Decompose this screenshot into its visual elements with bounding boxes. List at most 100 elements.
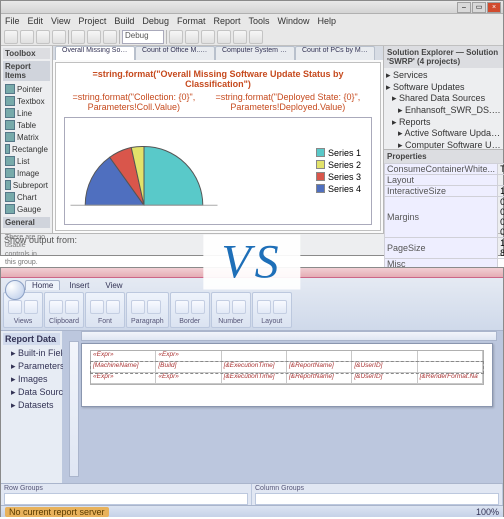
toolbar-button[interactable]	[249, 30, 263, 44]
menu-window[interactable]: Window	[278, 16, 310, 26]
tablix-cell[interactable]: [&ExecutionTime]	[222, 362, 287, 372]
tablix-cell[interactable]: [&UserID]	[352, 362, 417, 372]
column-groups[interactable]: Column Groups	[252, 484, 503, 505]
tablix-row[interactable]: «Expr»«Expr»	[91, 351, 483, 362]
property-row[interactable]: PageSize11in, 8.5in	[385, 238, 504, 259]
ribbon-button[interactable]	[90, 300, 104, 314]
menu-tools[interactable]: Tools	[248, 16, 269, 26]
menu-format[interactable]: Format	[177, 16, 206, 26]
app-menu-orb[interactable]	[5, 280, 25, 300]
tablix-cell[interactable]: [&UserID]	[352, 373, 417, 383]
menu-debug[interactable]: Debug	[142, 16, 169, 26]
tablix-row[interactable]: [MachineName][Build][&ExecutionTime][&Re…	[91, 362, 483, 373]
menu-file[interactable]: File	[5, 16, 20, 26]
toolbar-button[interactable]	[36, 30, 50, 44]
toolbox-item[interactable]: Gauge	[3, 203, 50, 215]
menu-edit[interactable]: Edit	[28, 16, 44, 26]
server-status[interactable]: No current report server	[5, 507, 109, 517]
ribbon-tab-home[interactable]: Home	[25, 280, 60, 290]
toolbar-button[interactable]	[4, 30, 18, 44]
tablix-cell[interactable]: [MachineName]	[91, 362, 156, 372]
toolbar-button[interactable]	[87, 30, 101, 44]
document-tab[interactable]: Overall Missing So...cation.rdl [Design]	[55, 46, 135, 60]
tablix-cell[interactable]	[352, 351, 417, 361]
tablix[interactable]: «Expr»«Expr» [MachineName][Build][&Execu…	[90, 350, 484, 385]
toolbox-item[interactable]: List	[3, 155, 50, 167]
toolbox-item[interactable]: Table	[3, 119, 50, 131]
tablix-cell[interactable]	[222, 351, 287, 361]
ribbon-button[interactable]	[8, 300, 22, 314]
toolbar-button[interactable]	[20, 30, 34, 44]
max-button[interactable]: ▭	[472, 2, 486, 13]
report-param2-expr[interactable]: =string.format("Deployed State: {0}", Pa…	[204, 93, 372, 113]
tablix-cell[interactable]: «Expr»	[91, 351, 156, 361]
toolbar-button[interactable]	[233, 30, 247, 44]
toolbar-button[interactable]	[169, 30, 183, 44]
document-tab[interactable]: Count of Office M...2010.rdl [Design]	[135, 46, 215, 60]
solution-tree[interactable]: ▸ Services▸ Software Updates▸ Shared Dat…	[384, 68, 503, 149]
ribbon-button[interactable]	[273, 300, 287, 314]
document-tab[interactable]: Count of PCs by M_Type.rdl [Design]	[295, 46, 375, 60]
row-groups[interactable]: Row Groups	[1, 484, 252, 505]
report-data-node[interactable]: ▸ Datasets	[3, 399, 60, 412]
tablix-cell[interactable]	[287, 351, 352, 361]
tablix-cell[interactable]: [&RenderFormat.Na	[418, 373, 483, 383]
toolbar-button[interactable]	[217, 30, 231, 44]
toolbox-item[interactable]: Subreport	[3, 179, 50, 191]
tree-node[interactable]: ▸ Enhansoft_SWR_DS.rds	[386, 105, 501, 117]
toolbox-item[interactable]: Line	[3, 107, 50, 119]
chart-region[interactable]: Series 1Series 2Series 3Series 4	[64, 117, 372, 225]
ribbon-tab-view[interactable]: View	[98, 280, 129, 290]
zoom-level[interactable]: 100%	[476, 507, 499, 517]
min-button[interactable]: –	[457, 2, 471, 13]
tablix-cell[interactable]: [&ReportName]	[287, 373, 352, 383]
ribbon-button[interactable]	[147, 300, 161, 314]
toolbar-button[interactable]	[71, 30, 85, 44]
property-row[interactable]: Layout	[385, 175, 504, 186]
tree-node[interactable]: ▸ Reports	[386, 117, 501, 129]
ribbon-tab-insert[interactable]: Insert	[62, 280, 96, 290]
config-combo[interactable]: Debug	[122, 30, 164, 44]
menu-report[interactable]: Report	[213, 16, 240, 26]
design-canvas[interactable]: «Expr»«Expr» [MachineName][Build][&Execu…	[63, 331, 503, 483]
property-row[interactable]: Margins0in, 0.25in, 0.25in, 0.25in	[385, 197, 504, 238]
ribbon-button[interactable]	[257, 300, 271, 314]
toolbox-item[interactable]: Matrix	[3, 131, 50, 143]
report-data-node[interactable]: ▸ Built-in Fields	[3, 347, 60, 360]
tablix-cell[interactable]: «Expr»	[156, 373, 221, 383]
toolbox-item[interactable]: Pointer	[3, 83, 50, 95]
property-row[interactable]: InteractiveSize11in, 0in	[385, 186, 504, 197]
menu-help[interactable]: Help	[318, 16, 337, 26]
menu-project[interactable]: Project	[78, 16, 106, 26]
toolbox-item[interactable]: Image	[3, 167, 50, 179]
toolbox-item[interactable]: Chart	[3, 191, 50, 203]
row-groups-box[interactable]	[4, 493, 248, 505]
tree-node[interactable]: ▸ Computer Software Update Details by Cl…	[386, 140, 501, 149]
report-title-expr[interactable]: =string.format("Overall Missing Software…	[64, 69, 372, 89]
menu-build[interactable]: Build	[114, 16, 134, 26]
property-row[interactable]: ConsumeContainerWhite...True	[385, 164, 504, 175]
report-data-node[interactable]: ▸ Images	[3, 373, 60, 386]
close-button[interactable]: ×	[487, 2, 501, 13]
report-param1-expr[interactable]: =string.format("Collection: {0}", Parame…	[64, 93, 204, 113]
column-groups-box[interactable]	[255, 493, 499, 505]
tree-node[interactable]: ▸ Active Software Updates.rdl	[386, 128, 501, 140]
report-designer[interactable]: =string.format("Overall Missing Software…	[55, 62, 381, 231]
report-data-node[interactable]: ▸ Parameters	[3, 360, 60, 373]
ribbon-button[interactable]	[232, 300, 246, 314]
toolbox-item[interactable]: Rectangle	[3, 143, 50, 155]
tablix-row[interactable]: «Expr»«Expr»[&ExecutionTime][&ReportName…	[91, 373, 483, 384]
ribbon-button[interactable]	[24, 300, 38, 314]
tablix-cell[interactable]	[418, 351, 483, 361]
toolbar-button[interactable]	[201, 30, 215, 44]
document-tab[interactable]: Computer System Status.rdl [Design]	[215, 46, 295, 60]
tree-node[interactable]: ▸ Shared Data Sources	[386, 93, 501, 105]
ribbon-button[interactable]	[131, 300, 145, 314]
ribbon-button[interactable]	[216, 300, 230, 314]
ribbon-button[interactable]	[106, 300, 120, 314]
tree-node[interactable]: ▸ Software Updates	[386, 82, 501, 94]
menu-view[interactable]: View	[51, 16, 70, 26]
ribbon-button[interactable]	[175, 300, 189, 314]
tablix-cell[interactable]: «Expr»	[156, 351, 221, 361]
toolbar-button[interactable]	[103, 30, 117, 44]
